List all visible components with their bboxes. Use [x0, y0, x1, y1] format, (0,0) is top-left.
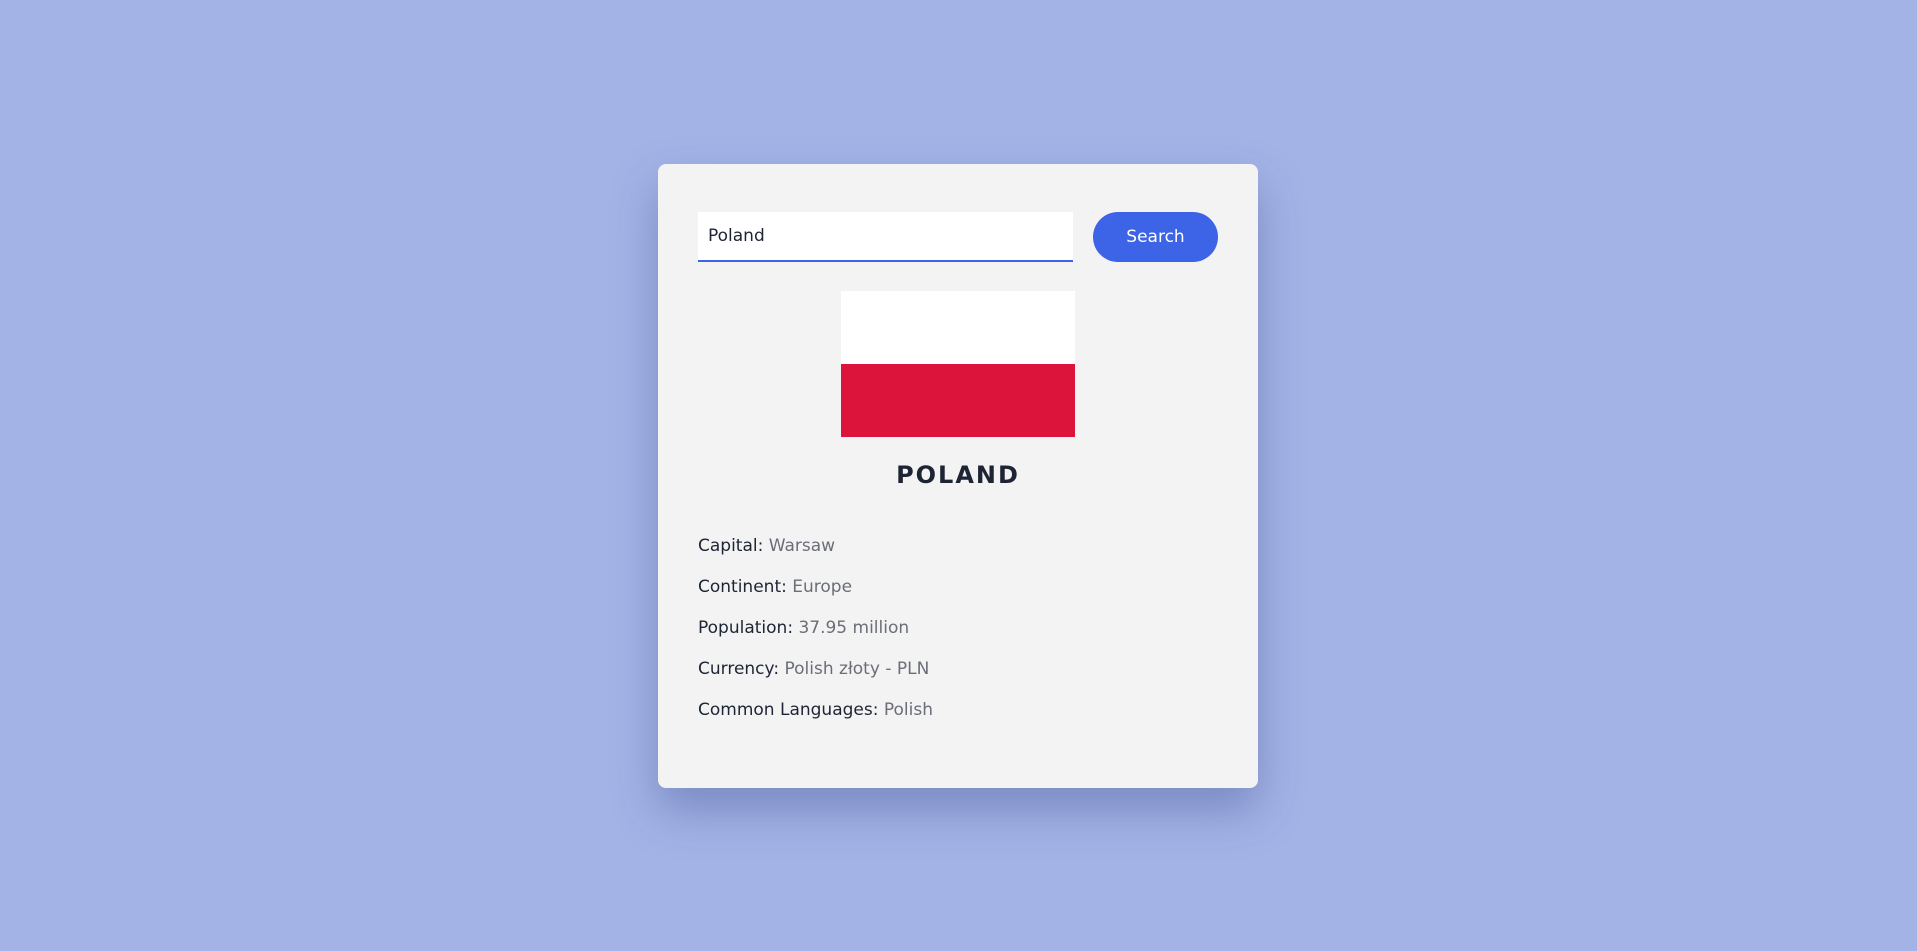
detail-value: Polish złoty - PLN [784, 659, 930, 679]
detail-value: Warsaw [768, 536, 836, 556]
country-details: Capital: Warsaw Continent: Europe Popula… [698, 535, 1218, 740]
detail-value: Polish [883, 700, 933, 720]
country-flag [841, 291, 1075, 437]
search-button[interactable]: Search [1093, 212, 1218, 262]
detail-label: Continent: [698, 577, 787, 597]
detail-value: 37.95 million [798, 618, 910, 638]
detail-capital: Capital: Warsaw [698, 535, 1218, 576]
detail-label: Currency: [698, 659, 780, 679]
country-card: Search POLAND Capital: Warsaw Continent:… [658, 164, 1258, 788]
detail-label: Common Languages: [698, 700, 879, 720]
flag-top-band [841, 291, 1075, 364]
detail-value: Europe [792, 577, 853, 597]
search-bar: Search [698, 212, 1218, 262]
detail-languages: Common Languages: Polish [698, 699, 1218, 740]
country-name: POLAND [896, 461, 1020, 489]
search-input[interactable] [698, 212, 1073, 262]
detail-currency: Currency: Polish złoty - PLN [698, 658, 1218, 699]
detail-continent: Continent: Europe [698, 576, 1218, 617]
flag-bottom-band [841, 364, 1075, 437]
detail-population: Population: 37.95 million [698, 617, 1218, 658]
detail-label: Population: [698, 618, 794, 638]
detail-label: Capital: [698, 536, 764, 556]
